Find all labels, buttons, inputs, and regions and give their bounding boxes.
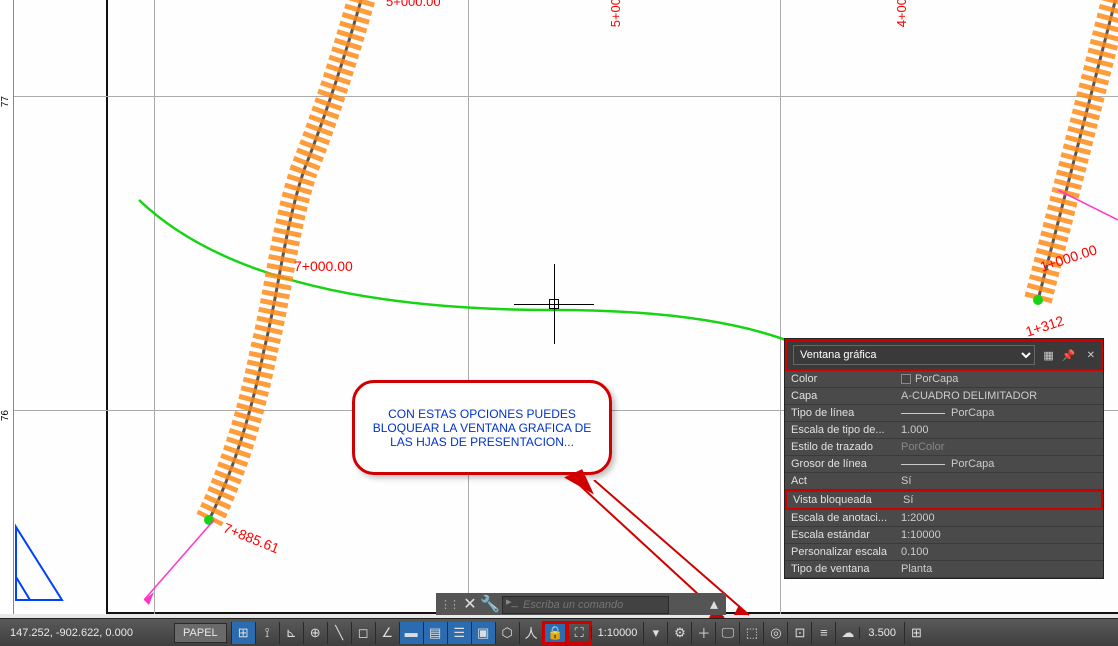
property-row[interactable]: CapaA-CUADRO DELIMITADOR bbox=[785, 388, 1103, 405]
customize-icon[interactable]: ≡ bbox=[811, 622, 835, 644]
ucs-icon bbox=[10, 505, 70, 605]
property-value[interactable]: PorCapa bbox=[901, 458, 1097, 470]
otrack-icon[interactable]: ∠ bbox=[375, 622, 399, 644]
property-label: Act bbox=[791, 475, 901, 487]
monitor-icon[interactable]: 🖵 bbox=[715, 622, 739, 644]
property-row[interactable]: Tipo de ventanaPlanta bbox=[785, 561, 1103, 578]
scale-display[interactable]: 1:10000 bbox=[591, 627, 644, 639]
scale-dropdown-icon[interactable]: ▾ bbox=[643, 622, 667, 644]
property-row[interactable]: Escala de tipo de...1.000 bbox=[785, 422, 1103, 439]
property-value[interactable]: A-CUADRO DELIMITADOR bbox=[901, 390, 1097, 402]
property-label: Escala de tipo de... bbox=[791, 424, 901, 436]
object-type-select[interactable]: Ventana gráfica bbox=[793, 345, 1035, 365]
property-row[interactable]: Vista bloqueadaSí bbox=[785, 490, 1103, 510]
ruler-mark-77: 77 bbox=[0, 96, 11, 107]
property-label: Capa bbox=[791, 390, 901, 402]
close-icon[interactable]: ✕ bbox=[462, 596, 478, 612]
command-input[interactable] bbox=[502, 596, 669, 614]
property-value[interactable]: Sí bbox=[901, 475, 1097, 487]
property-label: Escala de anotaci... bbox=[791, 512, 901, 524]
isoplane-icon[interactable]: ╲ bbox=[327, 622, 351, 644]
lock-viewport-icon[interactable]: 🔒 bbox=[543, 622, 567, 644]
workspace-icon[interactable]: ⚙ bbox=[667, 622, 691, 644]
osnap-icon[interactable]: ◻ bbox=[351, 622, 375, 644]
callout-text: CON ESTAS OPCIONES PUEDES BLOQUEAR LA VE… bbox=[369, 407, 595, 449]
property-label: Grosor de línea bbox=[791, 458, 901, 470]
property-value[interactable]: Planta bbox=[901, 563, 1097, 575]
status-bar: 147.252, -902.622, 0.000 PAPEL ⊞ ⟟ ⊾ ⊕ ╲… bbox=[0, 618, 1118, 646]
dynamic-ucs-icon[interactable]: ⬡ bbox=[495, 622, 519, 644]
axis-label: 5+00 bbox=[608, 0, 623, 27]
magenta-rays bbox=[1058, 190, 1118, 240]
cloud-icon[interactable]: ☁ bbox=[835, 622, 859, 644]
properties-panel[interactable]: Ventana gráfica ▦ 📌 ✕ ColorPorCapaCapaA-… bbox=[784, 338, 1104, 579]
property-label: Tipo de línea bbox=[791, 407, 901, 419]
property-label: Personalizar escala bbox=[791, 546, 901, 558]
polar-icon[interactable]: ⊕ bbox=[303, 622, 327, 644]
property-row[interactable]: Escala de anotaci...1:2000 bbox=[785, 510, 1103, 527]
property-value[interactable]: Sí bbox=[903, 494, 1095, 506]
property-label: Estilo de trazado bbox=[791, 441, 901, 453]
property-row[interactable]: Grosor de líneaPorCapa bbox=[785, 456, 1103, 473]
lineweight-icon[interactable]: ▬ bbox=[399, 622, 423, 644]
clean-screen-icon[interactable]: ⊡ bbox=[787, 622, 811, 644]
grid-toggle-icon[interactable]: ⊞ bbox=[231, 622, 255, 644]
close-icon[interactable]: ✕ bbox=[1087, 350, 1095, 361]
property-label: Color bbox=[791, 373, 901, 385]
property-value[interactable]: PorCapa bbox=[901, 407, 1097, 419]
magenta-rays bbox=[144, 520, 264, 610]
property-row[interactable]: Tipo de líneaPorCapa bbox=[785, 405, 1103, 422]
axis-label: 4+00 bbox=[894, 0, 909, 27]
properties-header: Ventana gráfica ▦ 📌 ✕ bbox=[785, 339, 1103, 371]
snap-icon[interactable]: ⟟ bbox=[255, 622, 279, 644]
annotation-callout: CON ESTAS OPCIONES PUEDES BLOQUEAR LA VE… bbox=[352, 380, 612, 475]
annotation-monitor-icon[interactable]: ＋ bbox=[691, 622, 715, 644]
property-row[interactable]: Estilo de trazadoPorColor bbox=[785, 439, 1103, 456]
viewport-maximize-icon[interactable]: ⛶ bbox=[567, 622, 591, 644]
property-value[interactable]: 1:2000 bbox=[901, 512, 1097, 524]
property-row[interactable]: Personalizar escala0.100 bbox=[785, 544, 1103, 561]
chevron-right-icon: ▸_ bbox=[506, 595, 518, 608]
ruler-mark-76: 76 bbox=[0, 410, 11, 421]
property-label: Tipo de ventana bbox=[791, 563, 901, 575]
elevation-readout[interactable]: 3.500 bbox=[859, 627, 904, 639]
property-row[interactable]: ActSí bbox=[785, 473, 1103, 490]
space-toggle[interactable]: PAPEL bbox=[174, 623, 227, 643]
station-label: 7+000.00 bbox=[294, 258, 353, 274]
3dosnap-icon[interactable]: ▣ bbox=[471, 622, 495, 644]
property-value[interactable]: PorColor bbox=[901, 441, 1097, 453]
grip-handle-icon[interactable]: ⋮⋮ bbox=[440, 598, 458, 611]
axis-label: 5+000.00 bbox=[386, 0, 441, 9]
units-icon[interactable]: ⊞ bbox=[904, 622, 928, 644]
chevron-up-icon[interactable]: ▴ bbox=[706, 596, 722, 612]
property-value[interactable]: 1.000 bbox=[901, 424, 1097, 436]
property-value[interactable]: PorCapa bbox=[901, 373, 1097, 385]
selection-cycling-icon[interactable]: ☰ bbox=[447, 622, 471, 644]
property-row[interactable]: ColorPorCapa bbox=[785, 371, 1103, 388]
isolate-icon[interactable]: ◎ bbox=[763, 622, 787, 644]
grid-v bbox=[468, 0, 469, 614]
hardware-acc-icon[interactable]: ⬚ bbox=[739, 622, 763, 644]
property-value[interactable]: 1:10000 bbox=[901, 529, 1097, 541]
annotation-icon[interactable]: 人 bbox=[519, 622, 543, 644]
property-row[interactable]: Escala estándar1:10000 bbox=[785, 527, 1103, 544]
transparency-icon[interactable]: ▤ bbox=[423, 622, 447, 644]
grid-h bbox=[14, 96, 1118, 97]
command-bar[interactable]: ⋮⋮ ✕ 🔧 ▸_ ▴ bbox=[436, 593, 726, 615]
ortho-icon[interactable]: ⊾ bbox=[279, 622, 303, 644]
wrench-icon[interactable]: 🔧 bbox=[482, 596, 498, 612]
pin-icon[interactable]: 📌 bbox=[1061, 347, 1077, 363]
property-label: Escala estándar bbox=[791, 529, 901, 541]
quick-select-icon[interactable]: ▦ bbox=[1041, 347, 1057, 363]
coordinates-readout[interactable]: 147.252, -902.622, 0.000 bbox=[0, 627, 170, 639]
property-value[interactable]: 0.100 bbox=[901, 546, 1097, 558]
property-label: Vista bloqueada bbox=[793, 494, 903, 506]
cursor-pickbox bbox=[549, 299, 559, 309]
